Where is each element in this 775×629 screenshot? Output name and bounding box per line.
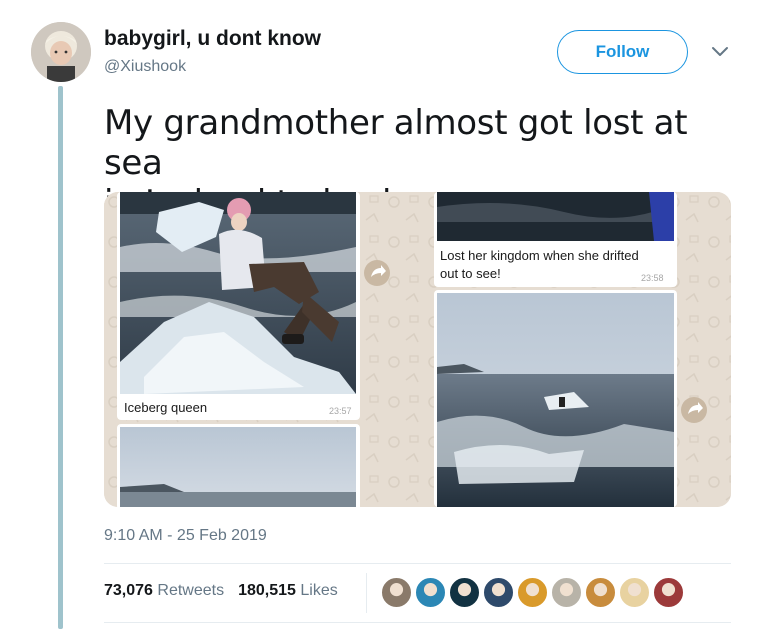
likes-stat[interactable]: 180,515 Likes (238, 582, 338, 600)
retweets-stat[interactable]: 73,076 Retweets (104, 582, 224, 600)
liker-avatar-6[interactable] (551, 577, 582, 608)
divider-bottom (104, 622, 731, 623)
liker-avatar-7[interactable] (585, 577, 616, 608)
tweet-text-line-1: My grandmother almost got lost at sea (104, 103, 688, 183)
display-name[interactable]: babygirl, u dont know (104, 27, 321, 51)
tweet-stats: 73,076 Retweets 180,515 Likes (104, 582, 338, 600)
right-caption-line-1: Lost her kingdom when she drifted (440, 248, 639, 263)
left-caption: Iceberg queen (124, 400, 207, 415)
liker-avatar-9[interactable] (653, 577, 684, 608)
divider-top (104, 563, 731, 564)
tweet-timestamp[interactable]: 9:10 AM - 25 Feb 2019 (104, 527, 267, 545)
right-caption-line-2: out to see! (440, 266, 501, 281)
right-time: 23:58 (641, 273, 664, 283)
avatar[interactable] (31, 22, 91, 82)
liker-avatar-3[interactable] (449, 577, 480, 608)
liker-avatar-8[interactable] (619, 577, 650, 608)
tweet-media-image[interactable]: Iceberg queen 23:57 Lost her kingdom whe… (104, 192, 731, 507)
retweets-count: 73,076 (104, 582, 153, 599)
liker-avatars (381, 577, 684, 608)
liker-avatar-4[interactable] (483, 577, 514, 608)
username-handle[interactable]: @Xiushook (104, 58, 186, 76)
liker-avatar-5[interactable] (517, 577, 548, 608)
likes-label: Likes (300, 582, 338, 599)
retweets-label: Retweets (157, 582, 225, 599)
liker-avatar-2[interactable] (415, 577, 446, 608)
follow-button[interactable]: Follow (557, 30, 688, 74)
chevron-down-icon[interactable] (708, 42, 732, 62)
left-time: 23:57 (329, 406, 352, 416)
stats-separator (366, 573, 367, 613)
likes-count: 180,515 (238, 582, 296, 599)
liker-avatar-1[interactable] (381, 577, 412, 608)
thread-line (58, 86, 63, 629)
